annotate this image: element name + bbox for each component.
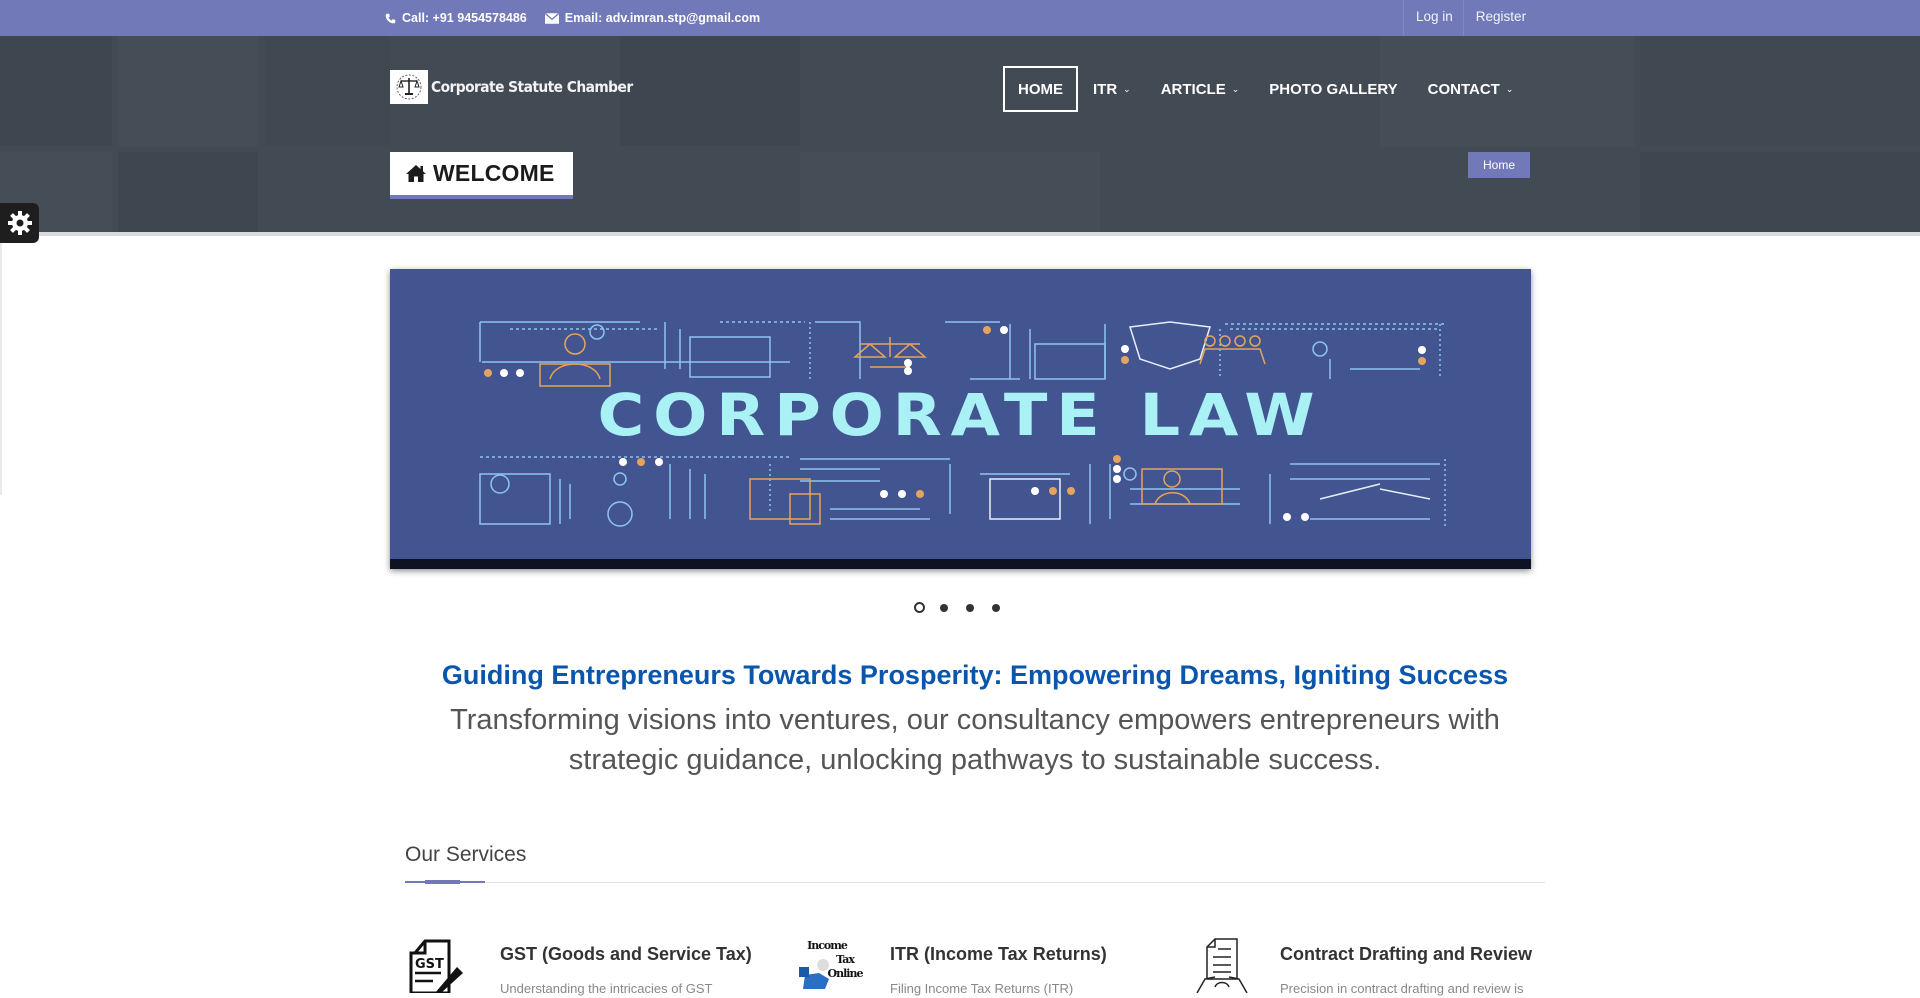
email-info: Email: adv.imran.stp@gmail.com [544, 11, 760, 25]
service-title[interactable]: ITR (Income Tax Returns) [890, 944, 1107, 965]
nav-article-label: ARTICLE [1160, 80, 1226, 98]
contract-document-icon [1185, 935, 1255, 994]
svg-text:Income: Income [807, 939, 848, 952]
gear-icon [7, 211, 32, 235]
nav-home-label: HOME [1018, 80, 1063, 98]
site-logo[interactable]: Corporate Statute Chamber [390, 70, 650, 104]
income-tax-online-icon: Income Tax Online [795, 935, 865, 993]
service-title[interactable]: GST (Goods and Service Tax) [500, 944, 752, 965]
home-icon [406, 165, 426, 182]
service-description: Precision in contract drafting and revie… [1280, 981, 1524, 996]
chevron-down-icon: ⌄ [1231, 83, 1240, 94]
main-nav: HOME ITR ⌄ ARTICLE ⌄ PHOTO GALLERY CONTACT… [1003, 66, 1528, 112]
nav-contact[interactable]: CONTACT ⌄ [1413, 66, 1529, 112]
service-description: Understanding the intricacies of GST [500, 981, 713, 996]
tagline-heading: Guiding Entrepreneurs Towards Prosperity… [441, 660, 1509, 690]
slider-dot-2[interactable] [940, 603, 948, 612]
slide-caption-bar [390, 559, 1531, 569]
nav-contact-label: CONTACT [1427, 80, 1500, 98]
services-heading: Our Services [405, 843, 527, 866]
service-card-contract[interactable]: Contract Drafting and Review Precision i… [1185, 935, 1575, 996]
header-overlay [0, 36, 1920, 236]
header-divider [0, 232, 1920, 236]
email-text[interactable]: Email: adv.imran.stp@gmail.com [565, 11, 760, 25]
settings-toggle-button[interactable] [0, 203, 39, 243]
phone-text: Call: +91 9454578486 [402, 11, 527, 25]
envelope-icon [544, 12, 559, 24]
nav-photo-gallery-label: PHOTO GALLERY [1269, 80, 1398, 98]
chevron-down-icon: ⌄ [1123, 83, 1131, 94]
top-bar: Call: +91 9454578486 Email: adv.imran.st… [0, 0, 1920, 36]
hero-slider[interactable]: CORPORATE LAW [390, 269, 1531, 569]
login-link[interactable]: Log in [1403, 0, 1463, 36]
service-description: Filing Income Tax Returns (ITR) [890, 981, 1074, 996]
scales-of-justice-icon [390, 70, 428, 104]
site-name: Corporate Statute Chamber [431, 78, 633, 96]
page-title-text: WELCOME [433, 160, 555, 186]
nav-itr-label: ITR [1093, 80, 1118, 98]
gst-document-icon: GST [405, 935, 475, 995]
settings-panel-edge [0, 243, 2, 495]
page-title: WELCOME [390, 152, 573, 199]
svg-text:GST: GST [415, 957, 444, 972]
nav-photo-gallery[interactable]: PHOTO GALLERY [1254, 66, 1412, 112]
nav-itr[interactable]: ITR ⌄ [1078, 66, 1146, 112]
intro-subtext: Transforming visions into ventures, our … [450, 704, 1500, 776]
slide-title: CORPORATE LAW [597, 381, 1324, 449]
slider-dot-1[interactable] [914, 602, 925, 613]
register-link[interactable]: Register [1462, 0, 1536, 36]
services-divider [405, 882, 1545, 883]
service-title[interactable]: Contract Drafting and Review [1280, 944, 1532, 965]
slide-image: CORPORATE LAW [390, 269, 1531, 559]
nav-home[interactable]: HOME [1003, 66, 1078, 112]
phone-info: Call: +91 9454578486 [385, 11, 527, 25]
chevron-down-icon: ⌄ [1505, 83, 1514, 94]
services-divider-accent-thick [425, 880, 460, 884]
service-card-itr[interactable]: Income Tax Online ITR (Income Tax Return… [795, 935, 1185, 996]
svg-text:Tax: Tax [836, 953, 855, 966]
phone-icon [385, 13, 396, 23]
svg-text:Online: Online [828, 967, 864, 980]
auth-links: Log in Register [1403, 0, 1536, 36]
contact-info: Call: +91 9454578486 Email: adv.imran.st… [385, 0, 778, 36]
service-card-gst[interactable]: GST GST (Goods and Service Tax) Understa… [405, 935, 795, 996]
slider-dot-4[interactable] [992, 603, 1000, 612]
page-header: Corporate Statute Chamber HOME ITR ⌄ ARTI… [0, 36, 1920, 236]
breadcrumb-home[interactable]: Home [1468, 152, 1530, 178]
slider-dot-3[interactable] [966, 603, 974, 612]
slider-pagination [914, 602, 1018, 613]
nav-article[interactable]: ARTICLE ⌄ [1146, 66, 1255, 112]
